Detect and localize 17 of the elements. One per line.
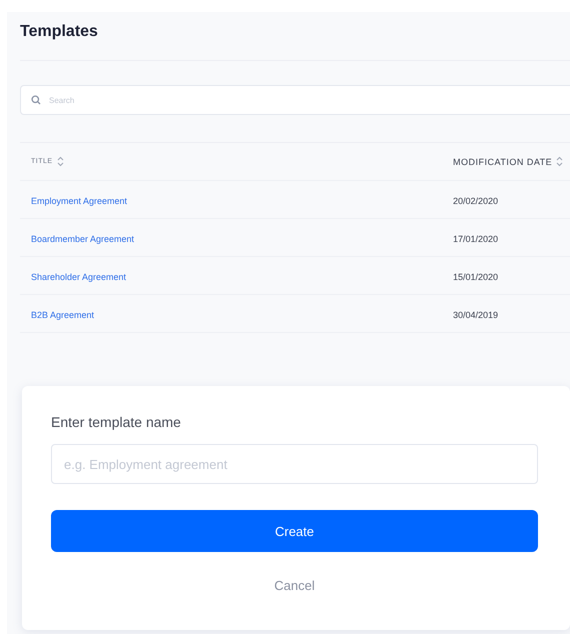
date-cell: 20/02/2020	[453, 196, 498, 206]
page-title: Templates	[20, 22, 99, 42]
field-label: Enter template name	[51, 414, 182, 430]
template-link[interactable]: Employment Agreement	[31, 196, 128, 206]
search-field[interactable]: Search	[20, 85, 570, 115]
template-link[interactable]: Boardmember Agreement	[31, 234, 134, 244]
sort-icon[interactable]	[556, 156, 564, 167]
create-button[interactable]: Create	[51, 510, 538, 552]
template-name-field[interactable]: e.g. Employment agreement	[51, 444, 538, 484]
sort-icon[interactable]	[56, 156, 64, 167]
date-cell: 15/01/2020	[453, 272, 498, 282]
date-cell: 30/04/2019	[453, 310, 498, 320]
cancel-button[interactable]: Cancel	[266, 574, 323, 597]
column-header[interactable]: MODIFICATION DATE	[453, 156, 552, 166]
template-link[interactable]: Shareholder Agreement	[31, 272, 126, 282]
template-link[interactable]: B2B Agreement	[31, 310, 94, 320]
date-cell: 17/01/2020	[453, 234, 498, 244]
